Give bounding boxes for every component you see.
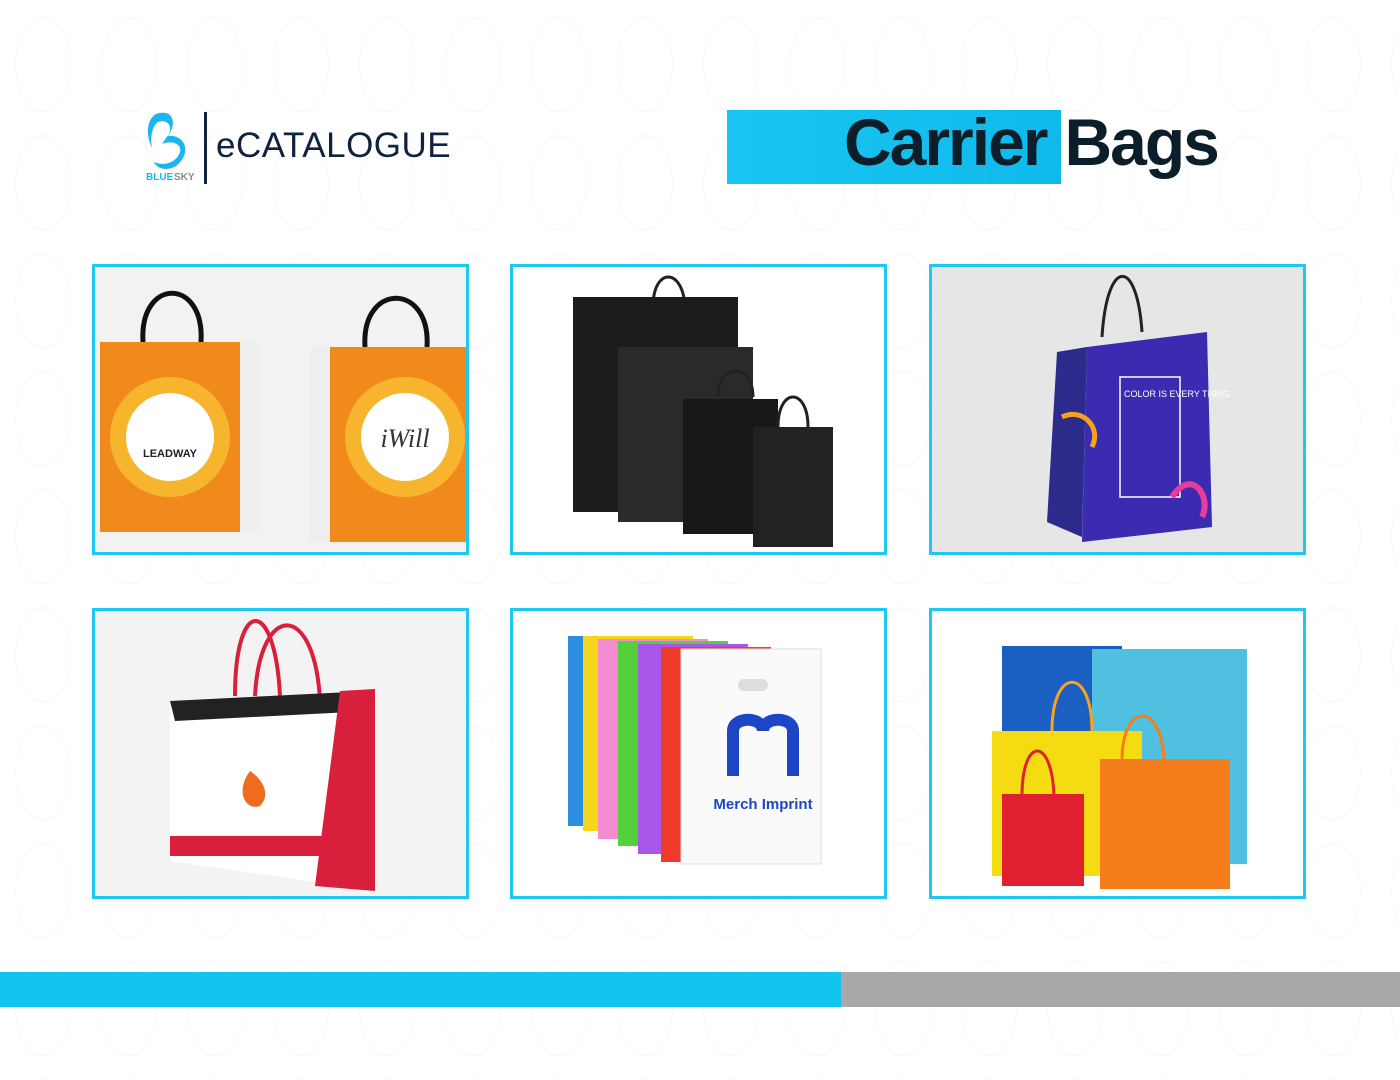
iwill-print: iWill xyxy=(380,424,429,453)
leadway-print: LEADWAY xyxy=(143,448,198,460)
white-red-bag-image xyxy=(95,611,466,896)
purple-bag-image: COLOR IS EVERY THING xyxy=(932,267,1303,552)
orange-bags-image: LEADWAY iWill xyxy=(95,267,466,552)
product-card-color-bags[interactable] xyxy=(929,608,1306,899)
black-bags-image xyxy=(513,267,884,552)
plastic-bags-image: Merch Imprint xyxy=(513,611,884,896)
page-title: Carrier Bags xyxy=(844,104,1236,180)
svg-text:SKY: SKY xyxy=(174,172,195,183)
title-part-1: Carrier xyxy=(844,105,1048,179)
product-card-black-bags[interactable] xyxy=(510,264,887,555)
merch-imprint-print: Merch Imprint xyxy=(713,796,812,813)
catalogue-label: eCATALOGUE xyxy=(216,126,452,165)
product-card-purple-bag[interactable]: COLOR IS EVERY THING xyxy=(929,264,1306,555)
header-divider xyxy=(204,112,207,184)
footer-bar-accent xyxy=(0,972,841,1007)
product-card-orange-bags[interactable]: LEADWAY iWill xyxy=(92,264,469,555)
color-print: COLOR IS EVERY THING xyxy=(1124,389,1230,399)
product-card-plastic-bags[interactable]: Merch Imprint xyxy=(510,608,887,899)
bluesky-logo: BLUE SKY xyxy=(142,108,202,188)
title-part-2: Bags xyxy=(1064,105,1219,179)
color-bags-image xyxy=(932,611,1303,896)
product-card-white-red-bag[interactable] xyxy=(92,608,469,899)
svg-text:BLUE: BLUE xyxy=(146,172,174,183)
footer-bar-gray xyxy=(841,972,1400,1007)
